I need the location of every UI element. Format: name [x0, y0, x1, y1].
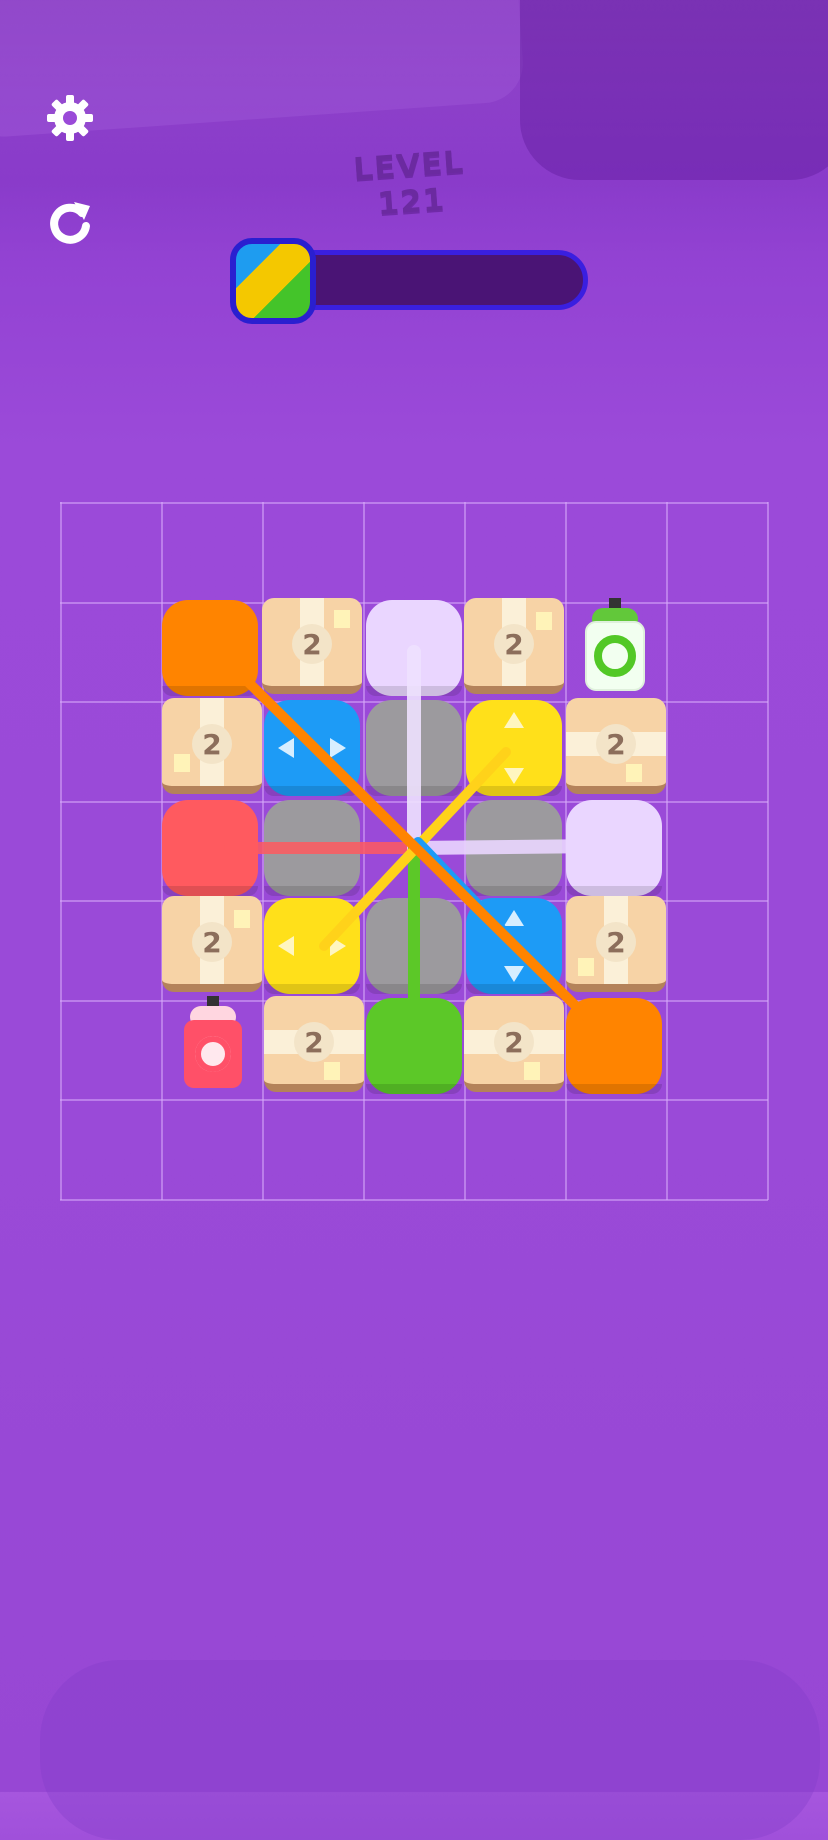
crate-count: 2: [294, 1022, 334, 1062]
orange-block[interactable]: [566, 998, 662, 1094]
grid-line: [60, 1198, 768, 1201]
crate-block: 2: [464, 996, 564, 1092]
lavender-block[interactable]: [366, 600, 462, 696]
crate-block: 2: [264, 996, 364, 1092]
gray-block: [366, 700, 462, 796]
crate-block: 2: [262, 598, 362, 694]
grid-line: [60, 502, 62, 1200]
gray-block: [264, 800, 360, 896]
crate-block: 2: [162, 896, 262, 992]
grid-line: [60, 502, 768, 504]
background-shade: [0, 0, 828, 260]
crate-count: 2: [292, 624, 332, 664]
gray-block: [466, 800, 562, 896]
horizontal-arrows-icon: [278, 738, 346, 758]
grid-line: [363, 502, 365, 1200]
crate-block: 2: [162, 698, 262, 794]
settings-button[interactable]: [40, 88, 100, 148]
horizontal-arrows-icon: [278, 936, 346, 956]
crate-count: 2: [596, 922, 636, 962]
grid-line: [767, 502, 769, 1200]
vertical-arrows-icon: [504, 910, 524, 982]
crate-count: 2: [192, 922, 232, 962]
green-block[interactable]: [366, 998, 462, 1094]
crate-block: 2: [464, 598, 564, 694]
crate-block: 2: [566, 896, 666, 992]
crate-count: 2: [596, 724, 636, 764]
restart-icon: [50, 202, 90, 244]
red-block[interactable]: [162, 800, 258, 896]
grid-line: [60, 800, 768, 803]
yellow-block[interactable]: [466, 700, 562, 796]
crate-count: 2: [494, 1022, 534, 1062]
grid-line: [60, 1099, 768, 1101]
vertical-arrows-icon: [504, 712, 524, 784]
orange-block[interactable]: [162, 600, 258, 696]
blue-block[interactable]: [264, 700, 360, 796]
grid-line: [666, 502, 668, 1200]
blue-block[interactable]: [466, 898, 562, 994]
progress-color-icon: [230, 238, 316, 324]
gear-icon: [47, 95, 93, 141]
background-shape: [40, 1660, 820, 1840]
crate-count: 2: [494, 624, 534, 664]
crate-block: 2: [566, 698, 666, 794]
level-title: LEVEL 121: [352, 144, 466, 223]
yellow-block[interactable]: [264, 898, 360, 994]
green-spool[interactable]: [584, 598, 646, 694]
gray-block: [366, 898, 462, 994]
restart-button[interactable]: [40, 192, 100, 252]
crate-count: 2: [192, 724, 232, 764]
red-spool[interactable]: [182, 996, 244, 1092]
lavender-block[interactable]: [566, 800, 662, 896]
